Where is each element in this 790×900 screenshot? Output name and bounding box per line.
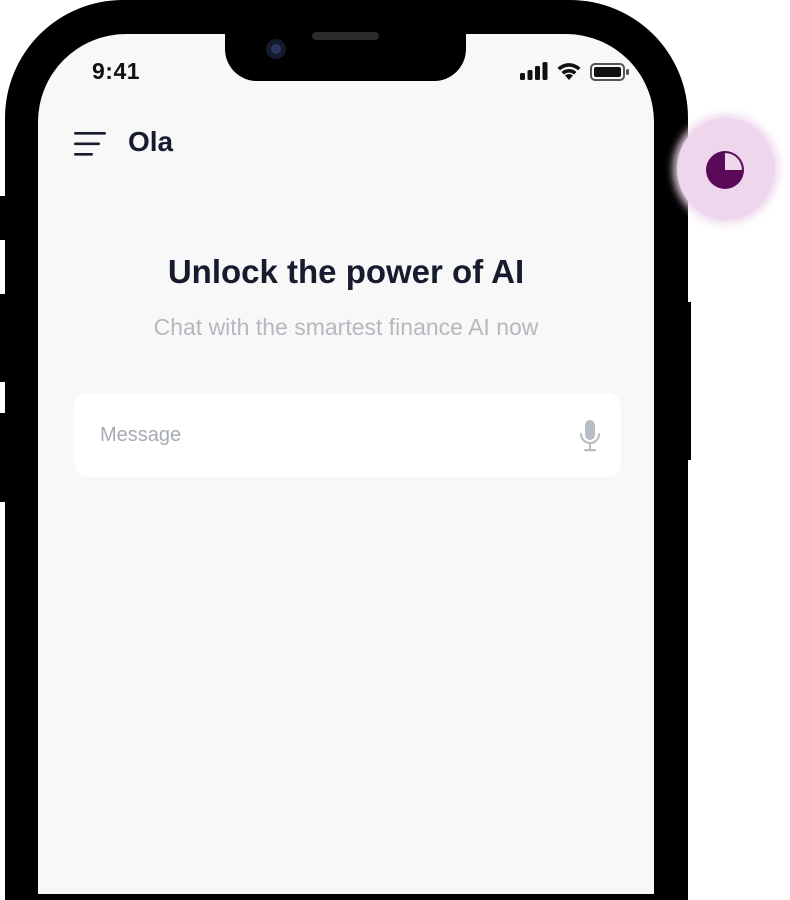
front-camera [266,39,286,59]
microphone-icon[interactable] [579,419,601,453]
hero-subtitle: Chat with the smartest finance AI now [153,314,539,340]
cellular-signal-icon [520,62,548,80]
touch-indicator-icon [706,151,744,189]
hero-title: Unlock the power of AI [167,253,525,290]
app-title: Ola [128,126,174,157]
wifi-icon [557,63,581,80]
hamburger-menu-icon[interactable] [74,131,108,157]
message-input[interactable] [100,415,560,455]
phone-speaker [312,32,379,40]
message-composer [74,393,621,477]
phone-notch [225,0,466,81]
touch-indicator [677,118,775,220]
battery-icon [590,63,629,81]
status-time: 9:41 [92,58,141,84]
